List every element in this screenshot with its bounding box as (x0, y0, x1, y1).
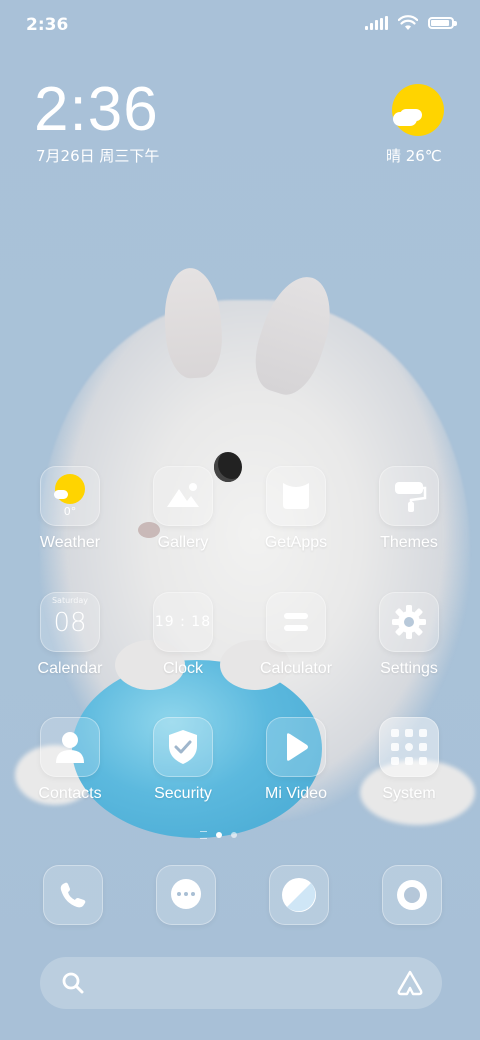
calendar-day: 08 (53, 608, 87, 638)
status-icons (365, 15, 457, 31)
battery-icon (428, 17, 457, 29)
assistant-icon[interactable] (396, 969, 424, 997)
app-label-security: Security (154, 785, 212, 802)
weather-temp: 0° (63, 505, 77, 518)
folder-icon (379, 717, 439, 777)
themes-icon (379, 466, 439, 526)
browser-icon (269, 865, 329, 925)
gallery-icon (153, 466, 213, 526)
app-label-weather: Weather (39, 534, 101, 551)
calendar-icon: Saturday 08 (40, 592, 100, 652)
search-bar[interactable] (40, 957, 442, 1009)
app-calculator[interactable]: Calculator (248, 592, 344, 678)
clock-widget-time[interactable]: 2:36 (34, 74, 159, 145)
dock-browser[interactable] (268, 865, 330, 927)
app-label-contacts: Contacts (38, 785, 102, 802)
contacts-icon (40, 717, 100, 777)
page-indicator[interactable] (200, 831, 237, 839)
page-indicator-home[interactable] (200, 831, 207, 839)
dock-camera[interactable] (381, 865, 443, 927)
app-settings[interactable]: Settings (361, 592, 457, 678)
app-label-system: System (382, 785, 436, 802)
app-label-gallery: Gallery (157, 534, 209, 551)
app-getapps[interactable]: GetApps (248, 466, 344, 552)
app-contacts[interactable]: Contacts (22, 717, 118, 803)
calculator-icon (266, 592, 326, 652)
app-security[interactable]: Security (135, 717, 231, 803)
phone-icon (43, 865, 103, 925)
weather-widget-text[interactable]: 晴 26℃ (386, 145, 442, 166)
shield-icon (153, 717, 213, 777)
dock-messages[interactable] (155, 865, 217, 927)
cloud-icon (393, 112, 417, 126)
status-time: 2:36 (26, 15, 69, 35)
app-label-themes: Themes (380, 534, 438, 551)
calendar-weekday: Saturday (51, 596, 89, 605)
app-clock[interactable]: 19 : 18 Clock (135, 592, 231, 678)
app-label-mi-video: Mi Video (265, 785, 327, 802)
app-label-calculator: Calculator (259, 660, 333, 677)
weather-icon: 0° (40, 466, 100, 526)
clock-icon: 19 : 18 (153, 592, 213, 652)
gear-icon (379, 592, 439, 652)
wifi-icon (398, 15, 418, 30)
signal-icon (365, 16, 388, 30)
app-folder-system[interactable]: System (361, 717, 457, 803)
app-label-clock: Clock (162, 660, 203, 677)
app-mi-video[interactable]: Mi Video (248, 717, 344, 803)
sun-cloud-icon[interactable] (392, 84, 444, 136)
page-indicator-dot-1[interactable] (216, 832, 222, 838)
status-bar: 2:36 (0, 0, 480, 50)
app-gallery[interactable]: Gallery (135, 466, 231, 552)
dock-phone[interactable] (42, 865, 104, 927)
app-weather[interactable]: 0° Weather (22, 466, 118, 552)
clock-icon-time: 19 : 18 (154, 614, 212, 630)
app-themes[interactable]: Themes (361, 466, 457, 552)
app-calendar[interactable]: Saturday 08 Calendar (22, 592, 118, 678)
page-indicator-dot-2[interactable] (231, 832, 237, 838)
battery-fill (431, 20, 449, 26)
message-icon (156, 865, 216, 925)
camera-icon (382, 865, 442, 925)
play-icon (266, 717, 326, 777)
app-label-getapps: GetApps (264, 534, 328, 551)
app-label-settings: Settings (380, 660, 438, 677)
getapps-icon (266, 466, 326, 526)
app-label-calendar: Calendar (37, 660, 103, 677)
search-icon[interactable] (62, 972, 84, 994)
clock-widget-date[interactable]: 7月26日 周三下午 (36, 145, 159, 166)
